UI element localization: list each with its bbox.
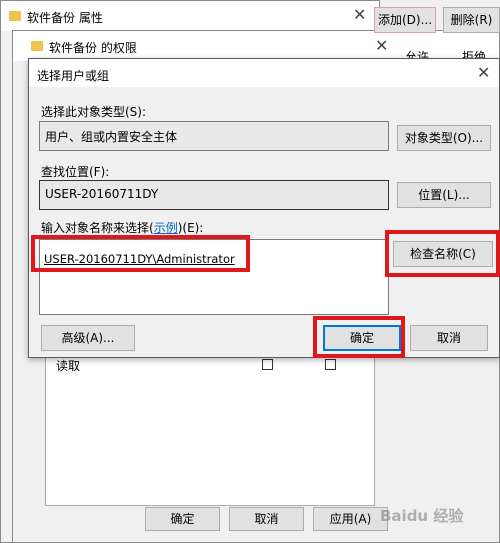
object-type-label: 选择此对象类型(S): xyxy=(41,105,147,119)
names-input-area[interactable]: USER-20160711DY\Administrator xyxy=(39,239,389,315)
permissions-title: 软件备份 的权限 xyxy=(49,41,137,55)
properties-title: 软件备份 属性 xyxy=(27,11,103,25)
examples-link[interactable]: 示例 xyxy=(154,221,178,235)
object-type-button[interactable]: 对象类型(O)... xyxy=(397,125,491,151)
select-users-dialog: 选择用户或组 ✕ 选择此对象类型(S): 用户、组或内置安全主体 对象类型(O)… xyxy=(28,58,500,358)
close-icon[interactable]: ✕ xyxy=(477,65,490,81)
folder-icon xyxy=(31,41,43,51)
cancel-button[interactable]: 取消 xyxy=(229,507,304,531)
permission-row-label: 读取 xyxy=(56,359,81,373)
names-label: 输入对象名称来选择(示例)(E): xyxy=(41,219,203,236)
location-field: USER-20160711DY xyxy=(39,180,389,210)
location-label: 查找位置(F): xyxy=(41,165,110,179)
check-names-button[interactable]: 检查名称(C) xyxy=(393,241,493,267)
properties-titlebar: 软件备份 属性 ✕ xyxy=(1,1,379,31)
location-button[interactable]: 位置(L)... xyxy=(397,182,491,208)
dialog-cancel-button[interactable]: 取消 xyxy=(410,325,488,351)
deny-checkbox[interactable] xyxy=(325,359,336,370)
apply-button[interactable]: 应用(A) xyxy=(313,507,388,531)
dialog-title: 选择用户或组 xyxy=(37,69,110,83)
permission-list: 读取 xyxy=(45,356,375,506)
watermark: Baidu 经验 xyxy=(380,507,464,525)
advanced-button[interactable]: 高级(A)... xyxy=(41,325,135,351)
names-label-prefix: 输入对象名称来选择( xyxy=(41,221,154,235)
allow-checkbox[interactable] xyxy=(262,359,273,370)
folder-icon xyxy=(9,11,21,21)
dialog-ok-button[interactable]: 确定 xyxy=(323,325,401,351)
close-icon[interactable]: ✕ xyxy=(353,7,366,23)
dialog-titlebar: 选择用户或组 ✕ xyxy=(29,59,499,87)
object-type-field: 用户、组或内置安全主体 xyxy=(39,121,389,151)
names-label-suffix: )(E): xyxy=(177,221,204,235)
add-button[interactable]: 添加(D)... xyxy=(374,7,436,33)
close-icon[interactable]: ✕ xyxy=(375,38,388,54)
names-input-text[interactable]: USER-20160711DY\Administrator xyxy=(44,252,235,266)
remove-button[interactable]: 删除(R) xyxy=(443,7,500,33)
ok-button[interactable]: 确定 xyxy=(145,507,220,531)
